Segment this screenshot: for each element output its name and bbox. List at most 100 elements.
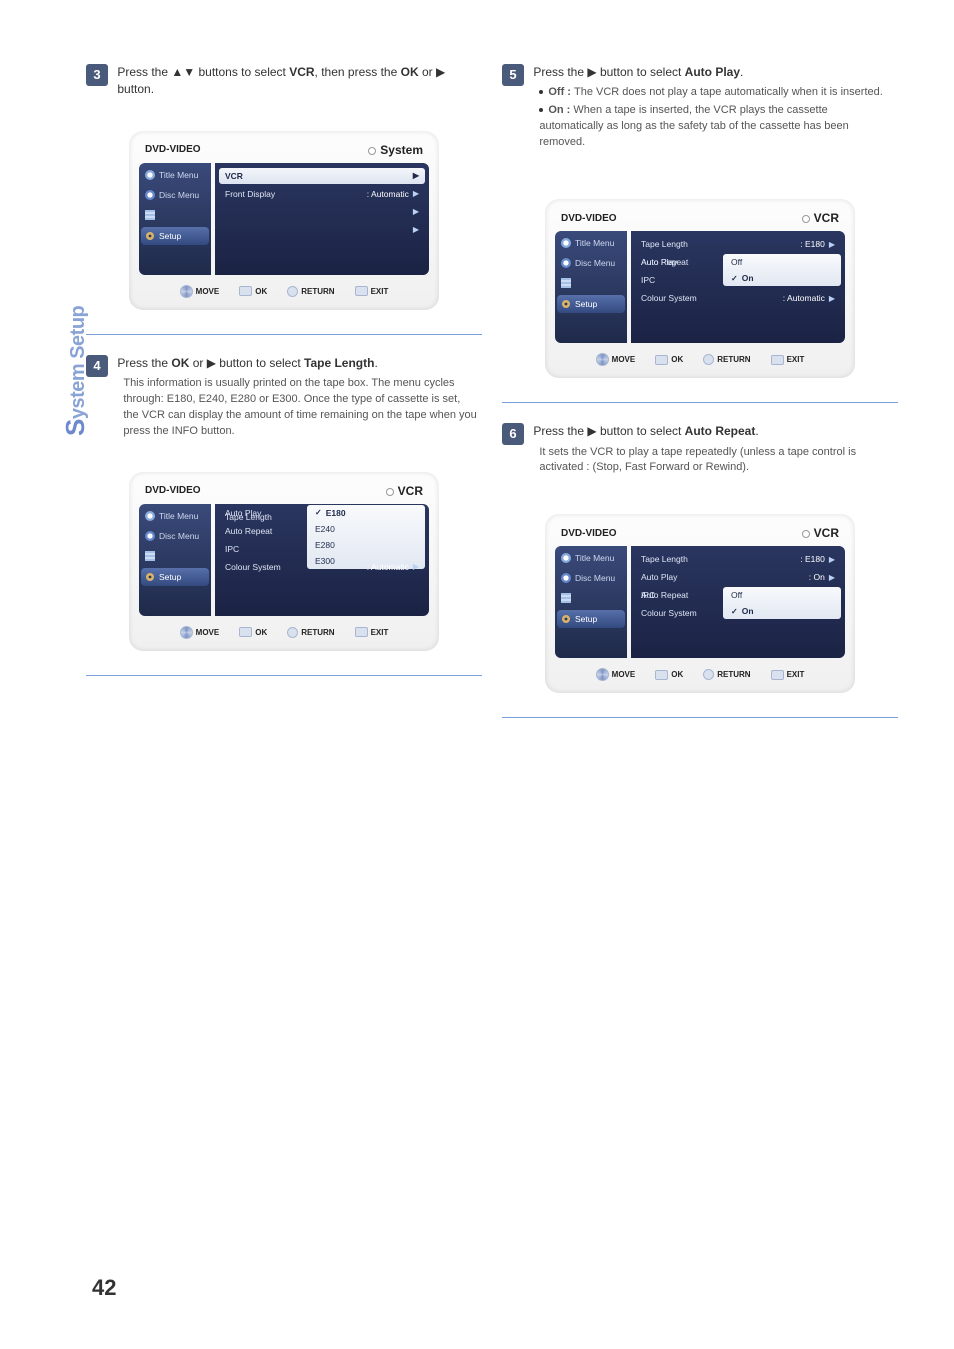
osd-right-panel: Tape Length ✓E180 E240 E280 E300 Auto Pl… <box>215 504 429 616</box>
button-icon <box>239 286 252 296</box>
nav-blank <box>139 546 211 566</box>
divider <box>502 717 898 718</box>
footer-return: RETURN <box>287 285 334 298</box>
footer-return: RETURN <box>703 353 750 366</box>
popup-auto-repeat[interactable]: Off ✓On <box>723 587 841 619</box>
osd-title-dvdvideo: DVD-VIDEO <box>561 528 617 539</box>
popup-item-off[interactable]: Off <box>723 587 841 603</box>
footer-ok: OK <box>655 353 683 366</box>
nav-setup[interactable]: Setup <box>557 295 625 313</box>
popup-item-e240[interactable]: E240 <box>307 521 425 537</box>
gear-icon <box>145 572 155 582</box>
popup-item-on[interactable]: ✓On <box>723 603 841 619</box>
osd-title-system: System <box>368 143 423 157</box>
nav-setup[interactable]: Setup <box>557 610 625 628</box>
osd-footer: MOVE OK RETURN EXIT <box>139 616 429 641</box>
row-colour-system[interactable]: Colour System: Automatic▶ <box>631 289 845 307</box>
nav-disc-menu[interactable]: Disc Menu <box>555 568 627 588</box>
side-tab-system-setup: System Setup <box>60 306 91 436</box>
wheel-icon <box>180 626 193 639</box>
disc-icon <box>145 170 155 180</box>
row-tape-length[interactable]: Tape Length: E180▶ <box>631 550 845 568</box>
osd-title-dvdvideo: DVD-VIDEO <box>145 485 201 496</box>
chevron-right-icon: ▶ <box>413 562 419 571</box>
nav-title-menu[interactable]: Title Menu <box>555 548 627 568</box>
check-icon: ✓ <box>731 607 738 616</box>
popup-item-off[interactable]: Off <box>723 254 841 270</box>
step-6-sub: It sets the VCR to play a tape repeatedl… <box>533 445 893 477</box>
nav-disc-menu[interactable]: Disc Menu <box>139 526 211 546</box>
nav-disc-menu[interactable]: Disc Menu <box>139 185 211 205</box>
nav-blank <box>555 588 627 608</box>
osd-left-nav[interactable]: Title Menu Disc Menu Setup <box>555 546 627 658</box>
divider <box>86 334 482 335</box>
disc-icon <box>145 190 155 200</box>
step-6-text: Press the ▶ button to select Auto Repeat… <box>533 423 893 476</box>
chevron-right-icon: ▶ <box>829 240 835 249</box>
osd-left-nav[interactable]: Title Menu Disc Menu Setup <box>555 231 627 343</box>
nav-disc-menu[interactable]: Disc Menu <box>555 253 627 273</box>
popup-item-e280[interactable]: E280 <box>307 537 425 553</box>
wheel-icon <box>596 353 609 366</box>
button-icon <box>355 286 368 296</box>
button-icon <box>355 627 368 637</box>
nav-setup[interactable]: Setup <box>141 227 209 245</box>
round-icon <box>287 627 298 638</box>
step-6-number: 6 <box>502 423 524 445</box>
row-blank2: ▶ <box>215 221 429 239</box>
footer-ok: OK <box>655 668 683 681</box>
step-3-block: 3 Press the ▲▼ buttons to select VCR, th… <box>86 64 482 99</box>
nav-blank <box>139 205 211 225</box>
side-tab-rest: ystem Setup <box>67 306 89 419</box>
nav-title-menu[interactable]: Title Menu <box>139 165 211 185</box>
osd-vcr-autorepeat: DVD-VIDEO VCR Title Menu Disc Menu Setup… <box>545 514 855 693</box>
chevron-right-icon: ▶ <box>413 225 419 234</box>
step-3-number: 3 <box>86 64 108 86</box>
disc-icon <box>561 258 571 268</box>
chevron-right-icon: ▶ <box>829 294 835 303</box>
disc-icon <box>145 511 155 521</box>
osd-right-panel: Tape Length: E180▶ Auto Play Off ✓On Aut… <box>631 231 845 343</box>
footer-move: MOVE <box>180 626 220 639</box>
divider <box>502 402 898 403</box>
step-4-block: 4 Press the OK or ▶ button to select Tap… <box>86 355 482 440</box>
popup-tape-length[interactable]: ✓E180 E240 E280 E300 <box>307 505 425 569</box>
button-icon <box>771 355 784 365</box>
chevron-right-icon: ▶ <box>413 171 419 180</box>
osd-footer: MOVE OK RETURN EXIT <box>555 343 845 368</box>
osd-left-nav[interactable]: Title Menu Disc Menu Setup <box>139 163 211 275</box>
bars-icon <box>145 210 155 220</box>
row-vcr[interactable]: VCR ▶ <box>219 168 425 184</box>
footer-exit: EXIT <box>771 668 805 681</box>
osd-right-panel: VCR ▶ Front Display : Automatic▶ ▶ ▶ <box>215 163 429 275</box>
nav-title-menu[interactable]: Title Menu <box>139 506 211 526</box>
osd-title-dvdvideo: DVD-VIDEO <box>561 213 617 224</box>
nav-setup[interactable]: Setup <box>141 568 209 586</box>
step-5-text: Press the ▶ button to select Auto Play. … <box>533 64 893 151</box>
osd-vcr-tapelength: DVD-VIDEO VCR Title Menu Disc Menu Setup… <box>129 472 439 651</box>
row-tape-length[interactable]: Tape Length: E180▶ <box>631 235 845 253</box>
step-5-on: On : When a tape is inserted, the VCR pl… <box>539 103 893 151</box>
disc-icon <box>561 553 571 563</box>
popup-item-on[interactable]: ✓On <box>723 270 841 286</box>
gear-icon <box>561 299 571 309</box>
round-icon <box>287 286 298 297</box>
nav-title-menu[interactable]: Title Menu <box>555 233 627 253</box>
divider <box>86 675 482 676</box>
osd-title-vcr: VCR <box>386 484 423 498</box>
row-auto-play[interactable]: Auto Play: On▶ <box>631 568 845 586</box>
footer-ok: OK <box>239 285 267 298</box>
button-icon <box>771 670 784 680</box>
footer-exit: EXIT <box>771 353 805 366</box>
bars-icon <box>145 551 155 561</box>
osd-vcr-autoplay: DVD-VIDEO VCR Title Menu Disc Menu Setup… <box>545 199 855 378</box>
button-icon <box>239 627 252 637</box>
bars-icon <box>561 593 571 603</box>
osd-left-nav[interactable]: Title Menu Disc Menu Setup <box>139 504 211 616</box>
round-icon <box>703 354 714 365</box>
chevron-right-icon: ▶ <box>829 555 835 564</box>
disc-icon <box>561 573 571 583</box>
popup-item-e180[interactable]: ✓E180 <box>307 505 425 521</box>
popup-auto-play[interactable]: Off ✓On <box>723 254 841 286</box>
row-front-display[interactable]: Front Display : Automatic▶ <box>215 185 429 203</box>
